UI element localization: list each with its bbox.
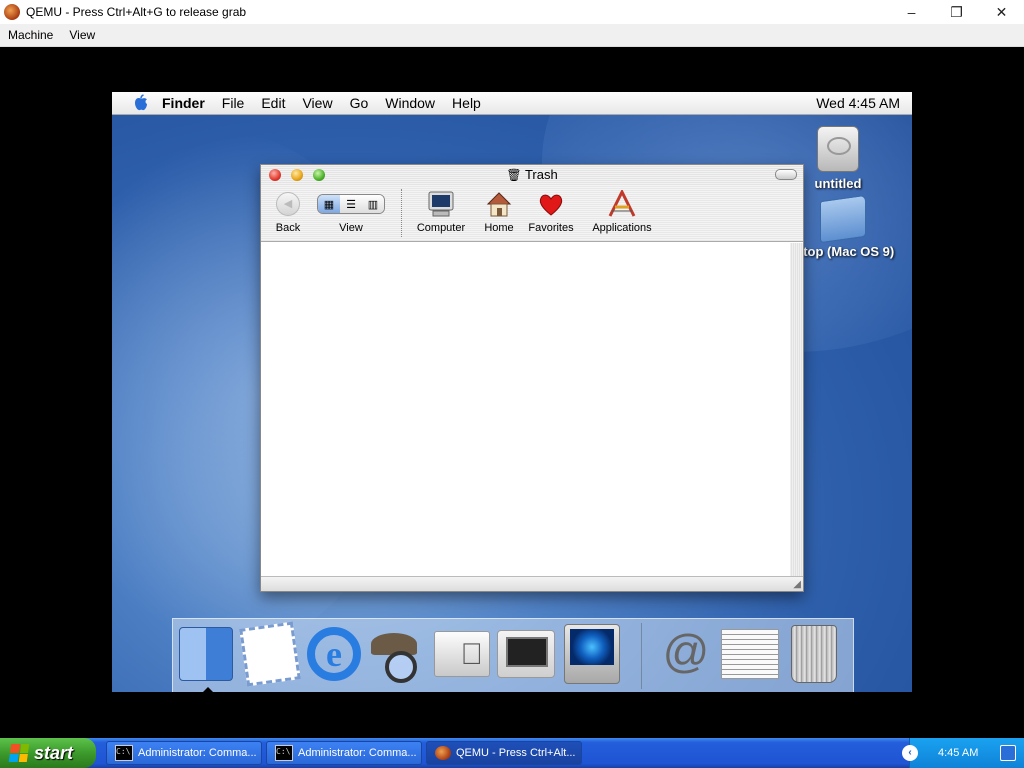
command-prompt-icon: C:\ (275, 745, 293, 761)
home-button[interactable]: Home (479, 189, 519, 234)
toolbar-separator (401, 189, 403, 237)
taskbar-button-cmd-1[interactable]: C:\ Administrator: Comma... (106, 741, 262, 765)
trash-small-icon: 🗑 (506, 168, 522, 182)
back-arrow-icon: ◀ (276, 192, 300, 216)
toolbar-toggle-button[interactable] (775, 169, 797, 180)
menu-help[interactable]: Help (452, 95, 481, 111)
back-button[interactable]: ◀ Back (271, 189, 305, 234)
vertical-scrollbar[interactable] (790, 243, 803, 577)
applications-button[interactable]: Applications (587, 189, 657, 234)
menu-file[interactable]: File (222, 95, 245, 111)
dock-item-quicktime[interactable] (563, 624, 621, 684)
finder-content-area[interactable] (261, 243, 790, 577)
taskbar-button-qemu[interactable]: QEMU - Press Ctrl+Alt... (426, 741, 582, 765)
command-prompt-icon: C:\ (115, 745, 133, 761)
view-control[interactable]: ▦ ☰ ▥ View (315, 189, 387, 234)
menu-view[interactable]: View (302, 95, 332, 111)
trash-icon (791, 625, 837, 683)
list-view-icon[interactable]: ☰ (340, 195, 362, 213)
home-icon (486, 192, 512, 217)
menu-edit[interactable]: Edit (261, 95, 285, 111)
back-label: Back (275, 222, 301, 234)
taskbar-button-label: Administrator: Comma... (298, 747, 417, 759)
network-tray-icon[interactable] (1000, 745, 1017, 761)
restore-button[interactable]: ❐ (934, 0, 979, 24)
view-label: View (339, 222, 363, 234)
icon-view-icon[interactable]: ▦ (318, 195, 340, 213)
dock-item-system-preferences[interactable]:  (433, 625, 491, 683)
qemu-app-icon (435, 746, 451, 760)
resize-grip-icon[interactable]: ◢ (793, 579, 801, 590)
internet-explorer-icon: e (307, 627, 361, 681)
menu-machine[interactable]: Machine (0, 28, 61, 42)
system-preferences-icon:  (434, 631, 490, 677)
mac-menubar: Finder File Edit View Go Window Help Wed… (112, 92, 912, 115)
dock-item-mail[interactable] (239, 621, 301, 687)
dock-item-internet-explorer[interactable]: e (305, 625, 363, 683)
dock-separator (641, 623, 642, 689)
apple-icon[interactable] (132, 94, 150, 112)
taskbar-button-cmd-2[interactable]: C:\ Administrator: Comma... (266, 741, 422, 765)
dock: e  @ (172, 618, 854, 692)
at-sign-icon: @ (662, 625, 710, 677)
computer-label: Computer (416, 222, 466, 234)
qemu-menubar: Machine View (0, 24, 1024, 47)
menu-finder[interactable]: Finder (162, 95, 205, 111)
desktop-icon-mac-os-9[interactable]: ktop (Mac OS 9) (796, 194, 906, 259)
running-indicator (203, 687, 213, 692)
start-button[interactable]: start (0, 738, 96, 768)
taskbar: start C:\ Administrator: Comma... C:\ Ad… (0, 738, 1024, 768)
finder-window: 🗑 Trash ◀ Back ▦ ☰ ▥ View Computer Home … (260, 164, 804, 592)
computer-icon (428, 191, 454, 217)
dock-item-trash[interactable] (785, 625, 843, 683)
folder-icon (820, 194, 866, 244)
qemu-window-title: QEMU - Press Ctrl+Alt+G to release grab (26, 5, 247, 19)
show-hidden-icons-icon[interactable]: ‹ (902, 745, 918, 761)
windows-logo-icon (8, 744, 30, 762)
menu-window[interactable]: Window (385, 95, 435, 111)
dock-item-mail-at[interactable]: @ (657, 625, 715, 683)
mail-icon (239, 621, 301, 687)
menu-go[interactable]: Go (350, 95, 369, 111)
window-title-text: Trash (524, 167, 558, 182)
finder-icon (179, 627, 233, 681)
qemu-app-icon (4, 4, 20, 20)
taskbar-clock[interactable]: 4:45 AM (938, 747, 978, 759)
favorites-label: Favorites (528, 222, 574, 234)
finder-status-bar: ◢ (261, 576, 803, 591)
desktop-icon-label: untitled (814, 176, 862, 191)
mac-desktop: Finder File Edit View Go Window Help Wed… (112, 92, 912, 692)
applications-icon (608, 190, 636, 217)
view-segmented-control[interactable]: ▦ ☰ ▥ (317, 194, 385, 214)
close-button[interactable]: ✕ (979, 0, 1024, 24)
taskbar-button-label: QEMU - Press Ctrl+Alt... (456, 747, 576, 759)
home-label: Home (484, 222, 514, 234)
dock-item-finder[interactable] (177, 625, 235, 683)
monitor-icon (497, 630, 555, 678)
menu-view[interactable]: View (61, 28, 103, 42)
hard-disk-icon (817, 126, 859, 172)
desktop-icon-label: ktop (Mac OS 9) (796, 244, 895, 259)
window-title: 🗑 Trash (261, 167, 803, 182)
start-label: start (34, 742, 74, 763)
quicktime-icon (564, 624, 620, 684)
computer-button[interactable]: Computer (413, 189, 469, 234)
taskbar-button-label: Administrator: Comma... (138, 747, 257, 759)
system-tray: ‹ 4:45 AM (902, 738, 1024, 768)
dock-item-news[interactable] (721, 625, 779, 683)
dock-item-sherlock[interactable] (369, 625, 427, 683)
window-controls: – ❐ ✕ (889, 0, 1024, 24)
newspaper-icon (721, 629, 779, 679)
applications-label: Applications (592, 222, 652, 234)
dock-item-monitor[interactable] (497, 625, 555, 683)
finder-toolbar: ◀ Back ▦ ☰ ▥ View Computer Home Favorite… (261, 185, 803, 242)
qemu-titlebar: QEMU - Press Ctrl+Alt+G to release grab … (0, 0, 1024, 24)
column-view-icon[interactable]: ▥ (362, 195, 384, 213)
sherlock-icon (371, 629, 425, 683)
finder-titlebar[interactable]: 🗑 Trash (261, 165, 803, 185)
favorites-button[interactable]: Favorites (525, 189, 577, 234)
minimize-button[interactable]: – (889, 0, 934, 24)
menubar-clock[interactable]: Wed 4:45 AM (816, 95, 900, 111)
heart-icon (539, 194, 563, 216)
